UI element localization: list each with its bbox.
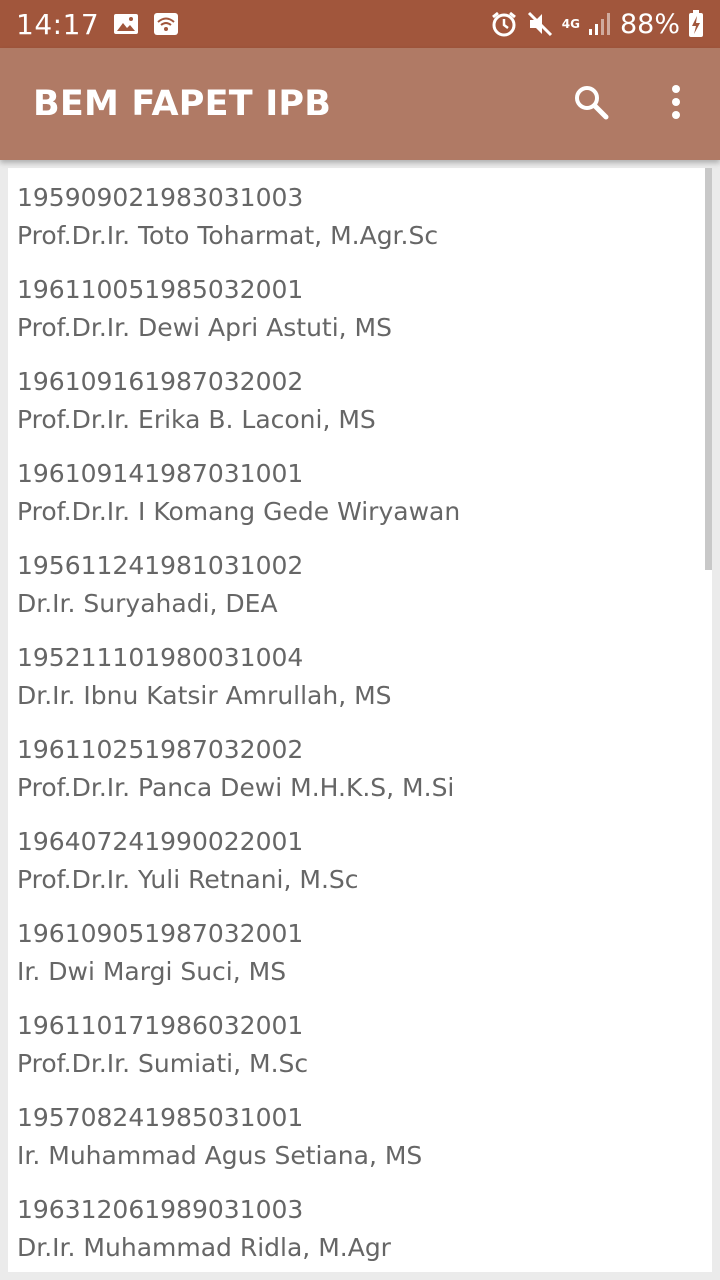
lecturer-nip: 196109051987032001 bbox=[17, 919, 304, 948]
status-time: 14:17 bbox=[16, 7, 100, 41]
lecturer-nip: 196110171986032001 bbox=[17, 1011, 304, 1040]
lecturer-name: Prof.Dr.Ir. Toto Toharmat, M.Agr.Sc bbox=[17, 221, 439, 250]
app-bar: BEM FAPET IPB bbox=[0, 48, 720, 160]
overflow-menu-button[interactable] bbox=[656, 80, 696, 128]
list-item[interactable]: 196312061989031003 Dr.Ir. Muhammad Ridla… bbox=[8, 1180, 712, 1272]
list-item[interactable]: 196110051985032001 Prof.Dr.Ir. Dewi Apri… bbox=[8, 260, 712, 352]
list-item[interactable]: 195611241981031002 Dr.Ir. Suryahadi, DEA bbox=[8, 536, 712, 628]
list-item[interactable]: 196109051987032001 Ir. Dwi Margi Suci, M… bbox=[8, 904, 712, 996]
status-left: 14:17 bbox=[16, 8, 179, 41]
lecturer-nip: 196312061989031003 bbox=[17, 1195, 304, 1224]
list-item[interactable]: 196109161987032002 Prof.Dr.Ir. Erika B. … bbox=[8, 352, 712, 444]
lecturer-name: Prof.Dr.Ir. Erika B. Laconi, MS bbox=[17, 405, 376, 434]
lecturer-name: Ir. Muhammad Agus Setiana, MS bbox=[17, 1141, 423, 1170]
lecturer-nip: 196109141987031001 bbox=[17, 459, 304, 488]
app-title: BEM FAPET IPB bbox=[33, 84, 332, 124]
lecturer-name: Prof.Dr.Ir. Panca Dewi M.H.K.S, M.Si bbox=[17, 773, 455, 802]
lecturer-name: Ir. Dwi Margi Suci, MS bbox=[17, 957, 287, 986]
lecturer-name: Dr.Ir. Muhammad Ridla, M.Agr bbox=[17, 1233, 391, 1262]
lecturer-name: Dr.Ir. Ibnu Katsir Amrullah, MS bbox=[17, 681, 392, 710]
lecturer-nip: 195611241981031002 bbox=[17, 551, 304, 580]
lecturer-nip: 196407241990022001 bbox=[17, 827, 304, 856]
scrollbar[interactable] bbox=[705, 168, 712, 570]
lecturer-name: Prof.Dr.Ir. Dewi Apri Astuti, MS bbox=[17, 313, 392, 342]
lecturer-nip: 196110051985032001 bbox=[17, 275, 304, 304]
list-item[interactable]: 196110171986032001 Prof.Dr.Ir. Sumiati, … bbox=[8, 996, 712, 1088]
wifi-icon bbox=[153, 12, 179, 36]
status-right: 4G 88% bbox=[490, 9, 704, 40]
lecturer-nip: 195708241985031001 bbox=[17, 1103, 304, 1132]
battery-icon bbox=[688, 10, 704, 38]
lecturer-list: 195909021983031003 Prof.Dr.Ir. Toto Toha… bbox=[8, 168, 712, 1272]
alarm-icon bbox=[490, 10, 518, 38]
network-type-label: 4G bbox=[561, 17, 580, 31]
list-item[interactable]: 196109141987031001 Prof.Dr.Ir. I Komang … bbox=[8, 444, 712, 536]
status-bar: 14:17 4G 88% bbox=[0, 0, 720, 48]
search-icon[interactable] bbox=[572, 83, 610, 125]
lecturer-nip: 195909021983031003 bbox=[17, 183, 304, 212]
battery-percentage: 88% bbox=[619, 8, 680, 40]
lecturer-name: Dr.Ir. Suryahadi, DEA bbox=[17, 589, 278, 618]
lecturer-nip: 195211101980031004 bbox=[17, 643, 304, 672]
lecturer-list-container[interactable]: 195909021983031003 Prof.Dr.Ir. Toto Toha… bbox=[8, 168, 712, 1272]
more-vert-icon[interactable] bbox=[671, 84, 681, 124]
image-icon bbox=[113, 13, 139, 35]
list-item[interactable]: 196110251987032002 Prof.Dr.Ir. Panca Dew… bbox=[8, 720, 712, 812]
lecturer-name: Prof.Dr.Ir. I Komang Gede Wiryawan bbox=[17, 497, 461, 526]
list-item[interactable]: 196407241990022001 Prof.Dr.Ir. Yuli Retn… bbox=[8, 812, 712, 904]
signal-icon bbox=[588, 11, 612, 37]
search-button[interactable] bbox=[566, 80, 616, 128]
mute-icon bbox=[526, 10, 554, 38]
list-item[interactable]: 195708241985031001 Ir. Muhammad Agus Set… bbox=[8, 1088, 712, 1180]
list-item[interactable]: 195909021983031003 Prof.Dr.Ir. Toto Toha… bbox=[8, 168, 712, 260]
lecturer-name: Prof.Dr.Ir. Sumiati, M.Sc bbox=[17, 1049, 309, 1078]
list-item[interactable]: 195211101980031004 Dr.Ir. Ibnu Katsir Am… bbox=[8, 628, 712, 720]
lecturer-nip: 196109161987032002 bbox=[17, 367, 304, 396]
lecturer-nip: 196110251987032002 bbox=[17, 735, 304, 764]
lecturer-name: Prof.Dr.Ir. Yuli Retnani, M.Sc bbox=[17, 865, 359, 894]
